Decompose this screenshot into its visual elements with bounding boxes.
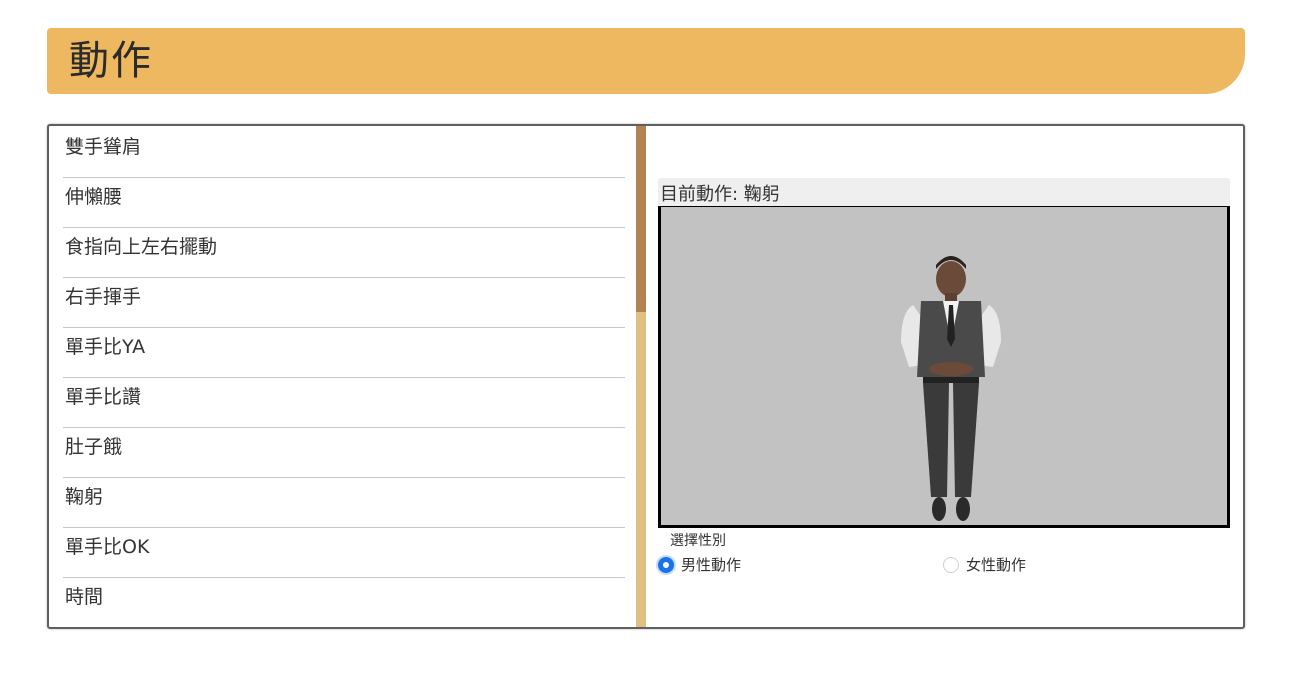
action-label: 單手比讚	[65, 386, 142, 408]
female-radio-option[interactable]: 女性動作	[943, 554, 1026, 575]
page-title: 動作	[69, 38, 153, 84]
female-radio-button[interactable]	[943, 556, 959, 573]
page-header: 動作	[47, 28, 1245, 94]
action-label: 肚子餓	[65, 436, 123, 458]
action-list[interactable]: 雙手聳肩 伸懶腰 食指向上左右擺動 右手揮手 單手比YA 單手比讚 肚子餓 鞠躬…	[49, 126, 637, 627]
avatar-viewer[interactable]	[658, 206, 1230, 528]
action-label: 右手揮手	[65, 286, 142, 308]
female-radio-label[interactable]: 女性動作	[966, 554, 1026, 575]
list-item[interactable]: 單手比YA	[63, 328, 625, 378]
scrollbar-thumb[interactable]	[636, 126, 646, 312]
preview-pane: 目前動作: 鞠躬 選擇性別 男性動作 女性動作	[646, 126, 1243, 627]
action-label: 伸懶腰	[65, 186, 123, 208]
list-item[interactable]: 單手比讚	[63, 378, 625, 428]
gender-select-label: 選擇性別	[670, 533, 726, 549]
action-label: 單手比OK	[65, 536, 150, 558]
list-scrollbar[interactable]	[636, 126, 646, 627]
action-label: 雙手聳肩	[65, 136, 142, 158]
male-radio-option[interactable]: 男性動作	[658, 554, 741, 575]
action-label: 時間	[65, 586, 104, 608]
current-action-label: 目前動作: 鞠躬	[660, 184, 780, 205]
main-panel: 雙手聳肩 伸懶腰 食指向上左右擺動 右手揮手 單手比YA 單手比讚 肚子餓 鞠躬…	[47, 124, 1245, 629]
list-item[interactable]: 單手比OK	[63, 528, 625, 578]
list-item[interactable]: 鞠躬	[63, 478, 625, 528]
list-item[interactable]: 右手揮手	[63, 278, 625, 328]
current-action-bar: 目前動作: 鞠躬	[658, 178, 1230, 206]
action-label: 單手比YA	[65, 336, 146, 358]
list-item[interactable]: 食指向上左右擺動	[63, 228, 625, 278]
action-label: 鞠躬	[65, 486, 104, 508]
list-item[interactable]: 伸懶腰	[63, 178, 625, 228]
male-radio-button[interactable]	[658, 556, 674, 573]
action-label: 食指向上左右擺動	[65, 236, 218, 258]
list-item[interactable]: 肚子餓	[63, 428, 625, 478]
list-item[interactable]: 時間	[63, 578, 625, 627]
male-radio-label[interactable]: 男性動作	[681, 554, 741, 575]
list-item[interactable]: 雙手聳肩	[63, 128, 625, 178]
avatar-figure-image	[901, 256, 1001, 521]
